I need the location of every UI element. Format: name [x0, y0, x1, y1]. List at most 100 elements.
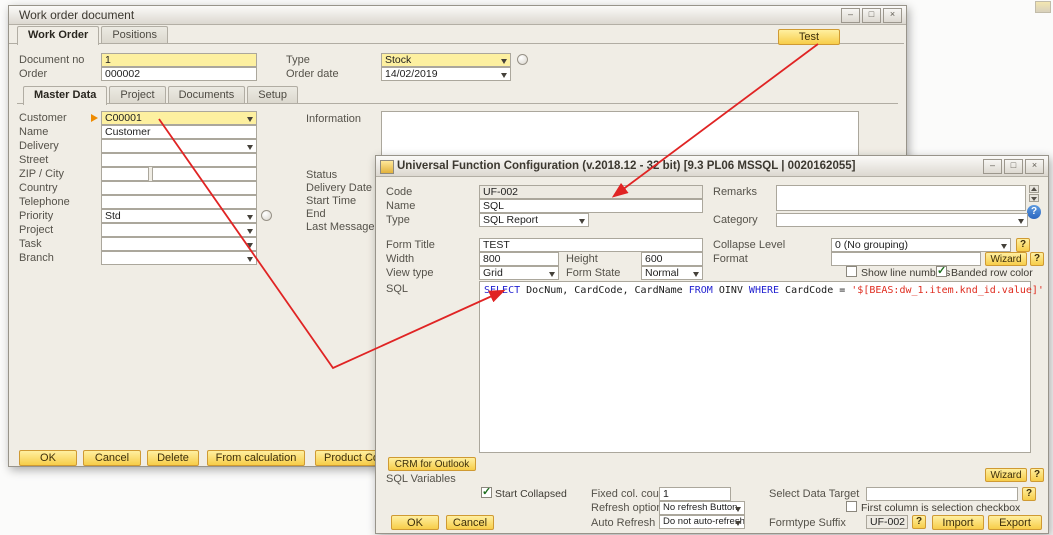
field-remarks[interactable] — [776, 185, 1026, 211]
export-button[interactable]: Export — [988, 515, 1042, 530]
banded-row-color-checkbox[interactable] — [936, 266, 947, 277]
format-wizard-button[interactable]: Wizard — [985, 252, 1027, 266]
first-column-selection-checkbox[interactable] — [846, 501, 857, 512]
label-end: End — [306, 208, 326, 220]
field-form-state[interactable]: Normal — [641, 266, 703, 280]
chevron-down-icon[interactable] — [735, 521, 741, 526]
from-calculation-button[interactable]: From calculation — [207, 450, 305, 466]
field-zip-city-1[interactable] — [101, 167, 149, 181]
field-form-title[interactable]: TEST — [479, 238, 703, 252]
field-country[interactable] — [101, 181, 257, 195]
field-ufc-type[interactable]: SQL Report — [479, 213, 589, 227]
field-height[interactable]: 600 — [641, 252, 703, 266]
link-arrow-icon[interactable] — [91, 114, 98, 122]
minimize-icon[interactable]: – — [983, 159, 1002, 174]
minimize-icon[interactable]: – — [841, 8, 860, 23]
field-telephone[interactable] — [101, 195, 257, 209]
field-project[interactable] — [101, 223, 257, 237]
close-icon[interactable]: × — [1025, 159, 1044, 174]
field-fixed-col-count[interactable]: 1 — [659, 487, 731, 501]
field-type-value: Stock — [385, 54, 411, 66]
field-width[interactable]: 800 — [479, 252, 559, 266]
field-zip-city-2[interactable] — [152, 167, 257, 181]
subtab-master-data[interactable]: Master Data — [23, 86, 107, 105]
scroll-up-icon[interactable] — [1029, 185, 1039, 193]
field-view-type[interactable]: Grid — [479, 266, 559, 280]
field-order-date[interactable]: 14/02/2019 — [381, 67, 511, 81]
help-icon[interactable]: ? — [1027, 205, 1041, 219]
ok-button[interactable]: OK — [19, 450, 77, 466]
field-type[interactable]: Stock — [381, 53, 511, 67]
label-delivery-date: Delivery Date — [306, 182, 372, 194]
chevron-down-icon[interactable] — [549, 272, 555, 277]
collapse-level-help-button[interactable]: ? — [1016, 238, 1030, 252]
formtype-suffix-help-button[interactable]: ? — [912, 515, 926, 529]
field-refresh-option[interactable]: No refresh Button — [659, 501, 745, 515]
label-branch: Branch — [19, 252, 54, 264]
work-order-titlebar[interactable]: Work order document – □ × — [9, 6, 906, 25]
ufc-titlebar[interactable]: Universal Function Configuration (v.2018… — [376, 156, 1048, 177]
field-task[interactable] — [101, 237, 257, 251]
chevron-down-icon[interactable] — [579, 219, 585, 224]
cancel-button[interactable]: Cancel — [83, 450, 141, 466]
label-refresh-option: Refresh option — [591, 502, 663, 514]
chevron-down-icon[interactable] — [693, 272, 699, 277]
chevron-down-icon[interactable] — [247, 145, 253, 150]
chevron-down-icon[interactable] — [501, 59, 507, 64]
chevron-down-icon[interactable] — [247, 243, 253, 248]
chevron-down-icon[interactable] — [247, 229, 253, 234]
label-delivery: Delivery — [19, 140, 59, 152]
chevron-down-icon[interactable] — [735, 507, 741, 512]
close-icon[interactable]: × — [883, 8, 902, 23]
maximize-icon[interactable]: □ — [862, 8, 881, 23]
field-select-data-target[interactable] — [866, 487, 1018, 501]
field-name[interactable]: Customer — [101, 125, 257, 139]
remarks-scroll — [1029, 185, 1039, 203]
start-collapsed-checkbox[interactable] — [481, 487, 492, 498]
subtab-documents[interactable]: Documents — [168, 86, 246, 104]
select-data-target-help-button[interactable]: ? — [1022, 487, 1036, 501]
tab-positions[interactable]: Positions — [101, 26, 168, 44]
show-line-numbers-checkbox[interactable] — [846, 266, 857, 277]
delete-button[interactable]: Delete — [147, 450, 199, 466]
sql-variables-wizard-button[interactable]: Wizard — [985, 468, 1027, 482]
chevron-down-icon[interactable] — [247, 257, 253, 262]
ufc-window-controls: – □ × — [983, 159, 1044, 174]
ufc-cancel-button[interactable]: Cancel — [446, 515, 494, 530]
field-branch[interactable] — [101, 251, 257, 265]
field-auto-refresh[interactable]: Do not auto-refresh — [659, 515, 745, 529]
test-button[interactable]: Test — [778, 29, 840, 45]
field-priority[interactable]: Std — [101, 209, 257, 223]
field-form-state-value: Normal — [645, 267, 679, 279]
crm-for-outlook-button[interactable]: CRM for Outlook — [388, 457, 476, 471]
chevron-down-icon[interactable] — [501, 73, 507, 78]
field-format[interactable] — [831, 252, 981, 266]
field-collapse-level[interactable]: 0 (No grouping) — [831, 238, 1011, 252]
scroll-down-icon[interactable] — [1029, 194, 1039, 202]
format-help-button[interactable]: ? — [1030, 252, 1044, 266]
sql-variables-help-button[interactable]: ? — [1030, 468, 1044, 482]
chevron-down-icon[interactable] — [1018, 219, 1024, 224]
ufc-ok-button[interactable]: OK — [391, 515, 439, 530]
link-circle-icon[interactable] — [261, 210, 272, 221]
field-document-no[interactable]: 1 — [101, 53, 257, 67]
field-formtype-suffix[interactable]: UF-002 — [866, 515, 908, 529]
field-delivery[interactable] — [101, 139, 257, 153]
chevron-down-icon[interactable] — [247, 215, 253, 220]
field-name[interactable]: SQL — [479, 199, 703, 213]
subtab-setup[interactable]: Setup — [247, 86, 298, 104]
tab-work-order[interactable]: Work Order — [17, 26, 99, 45]
field-code[interactable]: UF-002 — [479, 185, 703, 199]
import-button[interactable]: Import — [932, 515, 984, 530]
sql-editor[interactable]: SELECT DocNum, CardCode, CardName FROM O… — [479, 281, 1031, 453]
maximize-icon[interactable]: □ — [1004, 159, 1023, 174]
type-link-circle-icon[interactable] — [517, 54, 528, 65]
field-category[interactable] — [776, 213, 1028, 227]
label-category: Category — [713, 214, 758, 226]
field-street[interactable] — [101, 153, 257, 167]
field-customer[interactable]: C00001 — [101, 111, 257, 125]
chevron-down-icon[interactable] — [1001, 244, 1007, 249]
chevron-down-icon[interactable] — [247, 117, 253, 122]
subtab-project[interactable]: Project — [109, 86, 165, 104]
field-order[interactable]: 000002 — [101, 67, 257, 81]
